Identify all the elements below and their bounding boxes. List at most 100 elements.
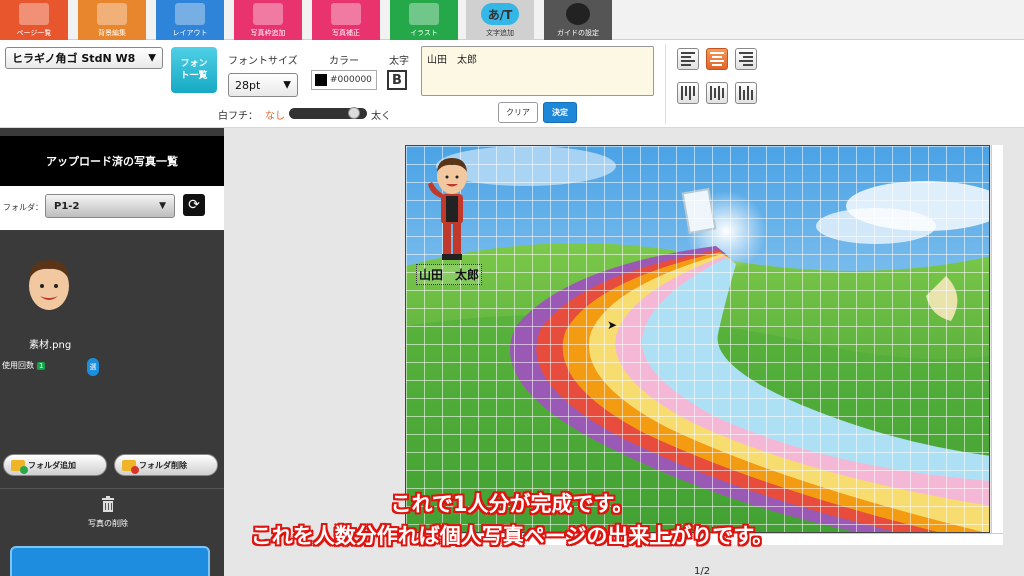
align-center-button[interactable] xyxy=(706,48,728,70)
child-photo-sticker[interactable] xyxy=(424,156,476,266)
add-folder-button[interactable]: フォルダ追加 xyxy=(3,454,107,476)
chevron-down-icon: ▼ xyxy=(148,52,156,64)
usage-count: 1 xyxy=(37,361,46,370)
background-icon xyxy=(97,3,127,25)
slider-handle[interactable] xyxy=(348,107,360,119)
valign-middle-icon xyxy=(710,86,724,100)
pages-icon xyxy=(19,3,49,25)
folder-row: フォルダ： P1-2 ▼ ⟳ xyxy=(0,186,224,230)
bold-toggle[interactable]: B xyxy=(387,70,407,90)
refresh-button[interactable]: ⟳ xyxy=(183,194,205,216)
font-size-value: 28pt xyxy=(235,78,261,92)
caption-line-2: これを人数分作れば個人写真ページの出来上がりです。 xyxy=(250,524,774,548)
folder-label: フォルダ： xyxy=(3,203,43,212)
chevron-down-icon: ▼ xyxy=(283,79,291,91)
select-badge-label: 選 xyxy=(89,363,97,371)
tutorial-caption: これで1人分が完成です。 これを人数分作れば個人写真ページの出来上がりです。 xyxy=(0,488,1024,552)
tool-layout[interactable]: レイアウト xyxy=(156,0,224,40)
name-text-value: 山田 太郎 xyxy=(419,268,480,282)
usage-label: 使用回数 xyxy=(2,361,34,370)
bold-label: 太字 xyxy=(389,56,409,67)
main-toolbar: ページ一覧 背景編集 レイアウト 写真枠追加 写真補正 イラスト あ/T 文字追… xyxy=(0,0,1024,40)
folder-delete-icon xyxy=(122,460,139,474)
vertical-scrollbar[interactable] xyxy=(991,145,1003,545)
text-add-badge: あ/T xyxy=(487,7,513,22)
add-folder-label: フォルダ追加 xyxy=(28,460,76,470)
refresh-icon: ⟳ xyxy=(188,197,200,213)
mouse-cursor-icon: ➤ xyxy=(607,318,618,332)
delete-folder-label: フォルダ削除 xyxy=(139,460,187,470)
page-indicator: 1/2 xyxy=(694,566,711,576)
font-size-select[interactable]: 28pt ▼ xyxy=(228,73,298,97)
valign-top-button[interactable] xyxy=(677,82,699,104)
confirm-button[interactable]: 決定 xyxy=(543,102,577,123)
color-swatch xyxy=(315,74,327,86)
tool-photo-fix-label: 写真補正 xyxy=(332,29,360,37)
app-root: ページ一覧 背景編集 レイアウト 写真枠追加 写真補正 イラスト あ/T 文字追… xyxy=(0,0,1024,576)
illustration-icon xyxy=(409,3,439,25)
text-add-icon: あ/T xyxy=(481,3,519,25)
photo-panel-title-text: アップロード済の写真一覧 xyxy=(46,155,178,168)
uploaded-photo-thumbnail[interactable] xyxy=(24,256,74,312)
usage-info: 使用回数 1 xyxy=(2,360,46,371)
tool-photo-frame-label: 写真枠追加 xyxy=(250,29,286,37)
photo-panel-title: アップロード済の写真一覧 xyxy=(0,136,224,186)
select-badge[interactable]: 選 xyxy=(87,358,99,376)
outline-none-label: なし xyxy=(265,111,285,122)
folder-add-icon xyxy=(11,460,28,474)
tool-background-label: 背景編集 xyxy=(98,29,126,37)
valign-top-icon xyxy=(681,86,695,100)
align-left-icon xyxy=(681,52,695,66)
font-list-label: フォント一覧 xyxy=(180,59,208,81)
valign-bottom-icon xyxy=(739,86,753,100)
guide-grid xyxy=(406,146,989,532)
photo-fix-icon xyxy=(331,3,361,25)
valign-middle-button[interactable] xyxy=(706,82,728,104)
align-center-icon xyxy=(710,52,724,66)
clear-button[interactable]: クリア xyxy=(498,102,538,123)
outline-thick-label: 太く xyxy=(371,111,391,122)
tool-background[interactable]: 背景編集 xyxy=(78,0,146,40)
layout-icon xyxy=(175,3,205,25)
clear-button-label: クリア xyxy=(506,108,530,117)
align-right-icon xyxy=(739,52,753,66)
bold-icon: B xyxy=(392,72,402,88)
photo-filename: 素材.png xyxy=(29,340,72,351)
text-input-value: 山田 太郎 xyxy=(427,55,477,66)
guide-icon xyxy=(566,3,590,25)
tool-layout-label: レイアウト xyxy=(172,29,208,37)
text-input[interactable]: 山田 太郎 xyxy=(421,46,654,96)
tool-illustration-label: イラスト xyxy=(410,29,438,37)
tool-pages[interactable]: ページ一覧 xyxy=(0,0,68,40)
tool-text-add-label: 文字追加 xyxy=(486,29,514,37)
tool-guide[interactable]: ガイドの設定 xyxy=(544,0,612,40)
delete-folder-button[interactable]: フォルダ削除 xyxy=(114,454,218,476)
tool-text-add[interactable]: あ/T 文字追加 xyxy=(466,0,534,40)
align-left-button[interactable] xyxy=(677,48,699,70)
confirm-button-label: 決定 xyxy=(552,108,568,117)
outline-label: 白フチ： xyxy=(218,111,258,122)
photo-frame-icon xyxy=(253,3,283,25)
color-picker[interactable]: #000000 xyxy=(311,70,377,90)
font-family-select[interactable]: ヒラギノ角ゴ StdN W8 ▼ xyxy=(5,47,163,69)
folder-select[interactable]: P1-2 ▼ xyxy=(45,194,175,218)
toolbar-divider xyxy=(665,44,666,124)
tool-pages-label: ページ一覧 xyxy=(16,29,52,37)
tool-guide-label: ガイドの設定 xyxy=(557,29,599,37)
caption-line-1: これで1人分が完成です。 xyxy=(390,492,634,516)
color-label: カラー xyxy=(329,56,359,67)
align-right-button[interactable] xyxy=(735,48,757,70)
tool-photo-fix[interactable]: 写真補正 xyxy=(312,0,380,40)
name-text-object[interactable]: 山田 太郎 xyxy=(416,264,483,285)
tool-photo-frame[interactable]: 写真枠追加 xyxy=(234,0,302,40)
valign-bottom-button[interactable] xyxy=(735,82,757,104)
outline-slider[interactable] xyxy=(289,107,367,119)
tool-illustration[interactable]: イラスト xyxy=(390,0,458,40)
font-size-label: フォントサイズ xyxy=(228,56,298,67)
color-value: #000000 xyxy=(330,75,372,85)
folder-select-value: P1-2 xyxy=(54,200,80,212)
font-list-button[interactable]: フォント一覧 xyxy=(171,47,217,93)
chevron-down-icon: ▼ xyxy=(159,201,166,211)
album-page[interactable]: 山田 太郎 ➤ xyxy=(405,145,990,533)
font-family-value: ヒラギノ角ゴ StdN W8 xyxy=(12,52,136,65)
